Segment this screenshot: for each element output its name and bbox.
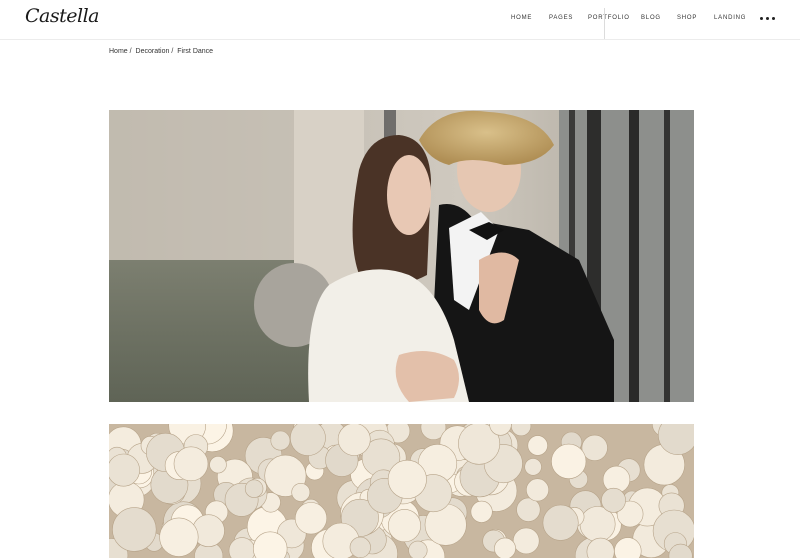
couple-embracing-photo	[109, 110, 694, 402]
white-flowers-photo	[109, 424, 694, 558]
nav-divider	[604, 8, 605, 39]
nav-blog[interactable]: BLOG	[641, 15, 661, 21]
nav-home[interactable]: HOME	[511, 15, 532, 21]
breadcrumb-home[interactable]: Home	[109, 48, 128, 55]
site-logo[interactable]: Castella	[25, 5, 99, 27]
breadcrumb-separator: /	[171, 48, 174, 55]
breadcrumb-current: First Dance	[177, 48, 214, 55]
breadcrumb-separator: /	[129, 48, 132, 55]
breadcrumb: Home / Decoration / First Dance	[109, 48, 215, 55]
breadcrumb-decoration[interactable]: Decoration	[136, 48, 170, 55]
nav-shop[interactable]: SHOP	[677, 15, 697, 21]
nav-portfolio[interactable]: PORTFOLIO	[588, 15, 630, 21]
site-header: Castella HOME PAGES PORTFOLIO BLOG SHOP …	[0, 0, 800, 40]
ellipsis-icon[interactable]	[760, 17, 775, 20]
nav-pages[interactable]: PAGES	[549, 15, 573, 21]
nav-landing[interactable]: LANDING	[714, 15, 746, 21]
